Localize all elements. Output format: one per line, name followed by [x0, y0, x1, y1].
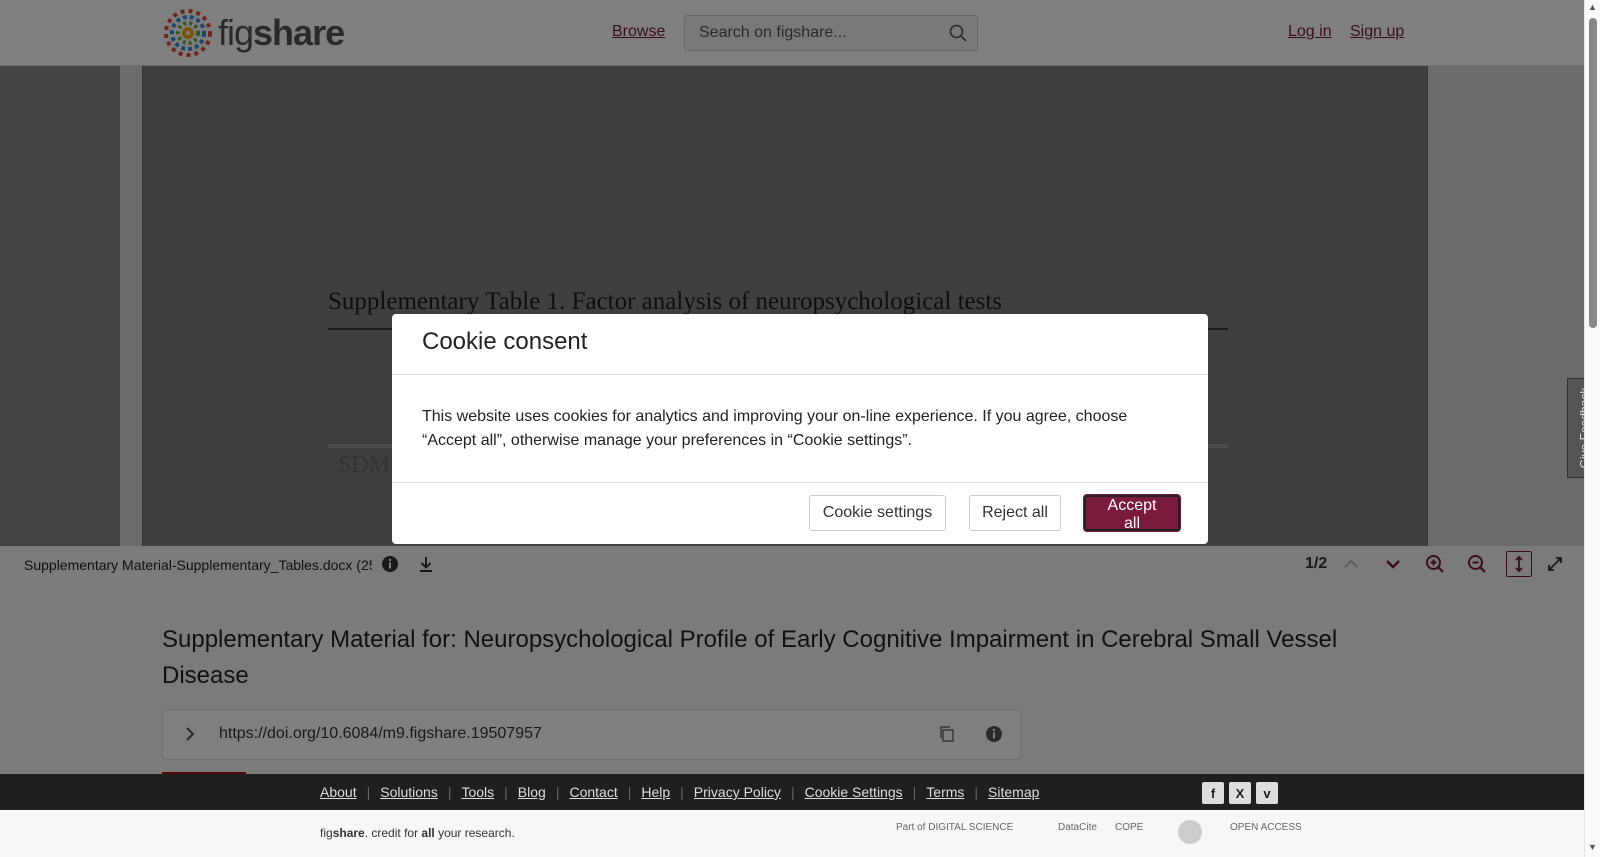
facebook-icon[interactable]: f [1202, 782, 1224, 804]
modal-header: Cookie consent [392, 314, 1208, 375]
page-scrollbar[interactable]: ▲ ▼ [1584, 0, 1600, 857]
page-scroll-down-icon[interactable]: ▼ [1588, 842, 1597, 852]
modal-body-text: This website uses cookies for analytics … [392, 375, 1208, 483]
reject-all-button[interactable]: Reject all [969, 495, 1061, 531]
tagline-fig: fig [320, 826, 333, 840]
page-scrollbar-thumb[interactable] [1589, 18, 1597, 328]
footer-bottom: figshare. credit for all your research. … [0, 810, 1584, 857]
modal-footer: Cookie settings Reject all Accept all [392, 483, 1208, 543]
footer-link-help[interactable]: Help [641, 784, 670, 800]
cookie-settings-button[interactable]: Cookie settings [809, 495, 946, 531]
tagline-share: share [332, 826, 365, 840]
digital-science-logo[interactable]: Part of DIGITAL SCIENCE [896, 822, 1013, 833]
tagline-all: all [421, 826, 435, 840]
cope-logo[interactable]: COPE [1115, 822, 1143, 833]
footer-link-about[interactable]: About [320, 784, 357, 800]
tagline-end: your research. [434, 826, 515, 840]
partner-globe-logo[interactable] [1178, 820, 1202, 844]
page-scroll-up-icon[interactable]: ▲ [1588, 2, 1597, 12]
footer-link-privacy-policy[interactable]: Privacy Policy [694, 784, 781, 800]
modal-title: Cookie consent [422, 328, 588, 355]
footer-link-cookie-settings[interactable]: Cookie Settings [805, 784, 903, 800]
footer-link-contact[interactable]: Contact [569, 784, 617, 800]
cookie-consent-dialog: Cookie consent This website uses cookies… [392, 314, 1208, 544]
footer-link-sitemap[interactable]: Sitemap [988, 784, 1039, 800]
tagline-mid: . credit for [364, 826, 422, 840]
datacite-logo[interactable]: DataCite [1058, 822, 1097, 833]
open-access-logo[interactable]: OPEN ACCESS [1230, 822, 1302, 833]
footer-nav: About | Solutions | Tools | Blog | Contact | … [320, 784, 1040, 800]
footer-link-tools[interactable]: Tools [461, 784, 494, 800]
footer-link-solutions[interactable]: Solutions [380, 784, 438, 800]
vimeo-icon[interactable]: v [1256, 782, 1278, 804]
footer-link-blog[interactable]: Blog [518, 784, 546, 800]
x-twitter-icon[interactable]: X [1229, 782, 1251, 804]
footer-nav-bar: About | Solutions | Tools | Blog | Contact | … [0, 774, 1584, 810]
accept-all-button[interactable]: Accept all [1084, 495, 1180, 532]
footer-tagline: figshare. credit for all your research. [320, 826, 515, 840]
footer-link-terms[interactable]: Terms [926, 784, 964, 800]
